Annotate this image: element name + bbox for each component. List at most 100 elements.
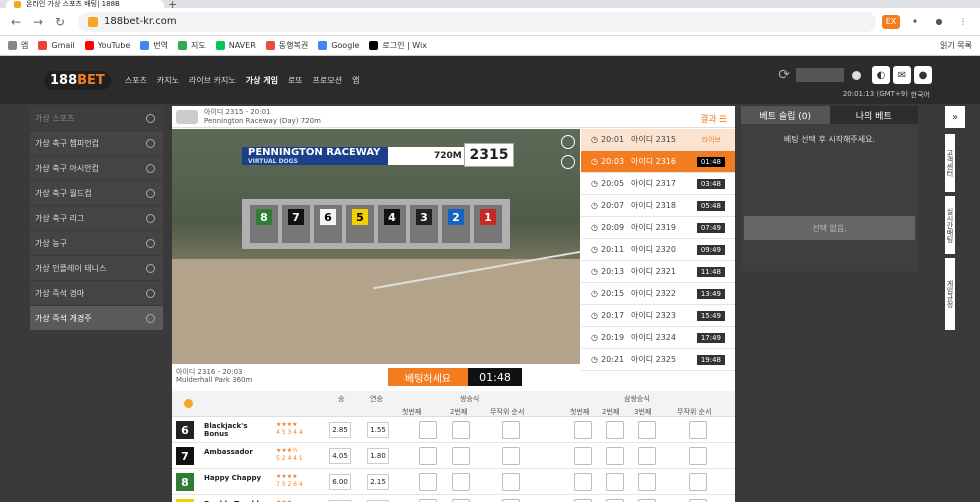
table-row: 6 Blackjack's Bonus ★★★★ 4 5 3 4 4 2.85 1.55 [172, 417, 735, 443]
selection-checkbox[interactable] [606, 421, 624, 439]
sidebar-item[interactable]: 가상 축구 리그 [30, 206, 163, 231]
selection-checkbox[interactable] [452, 473, 470, 491]
race-row[interactable]: ◷ 20:21 아이디 2325 19:48 [581, 349, 735, 371]
tab-my-bets[interactable]: 나의 베트 [829, 106, 918, 124]
selection-checkbox[interactable] [574, 473, 592, 491]
selection-checkbox[interactable] [689, 421, 707, 439]
bookmark-item[interactable]: 로그인 | Wix [369, 40, 427, 51]
win-odds[interactable]: 6.00 [329, 474, 351, 490]
results-button[interactable]: 결과 ☰ [700, 112, 727, 125]
selection-checkbox[interactable] [419, 473, 437, 491]
selection-checkbox[interactable] [689, 473, 707, 491]
win-odds[interactable]: 4.05 [329, 448, 351, 464]
tab-bet-slip[interactable]: 베트 슬립 (0) [741, 106, 830, 124]
reload-icon[interactable]: ↻ [52, 15, 68, 29]
race-row[interactable]: ◷ 20:09 아이디 2319 07:49 [581, 217, 735, 239]
sidebar-item[interactable]: 가상 인플레이 테니스 [30, 256, 163, 281]
selection-checkbox[interactable] [419, 447, 437, 465]
selection-checkbox[interactable] [638, 473, 656, 491]
mail-icon[interactable]: ✉ [893, 66, 911, 84]
reading-list[interactable]: 읽기 목록 [940, 40, 972, 51]
race-row[interactable]: ◷ 20:01 아이디 2315 라이브 [581, 129, 735, 151]
sidebar-item[interactable]: 가상 즉석 경마 [30, 281, 163, 306]
place-odds[interactable]: 2.15 [367, 474, 389, 490]
race-row[interactable]: ◷ 20:07 아이디 2318 05:48 [581, 195, 735, 217]
volume-icon[interactable] [561, 155, 575, 169]
selection-checkbox[interactable] [502, 421, 520, 439]
selection-checkbox[interactable] [638, 421, 656, 439]
rail-tab[interactable]: 게임규정 [945, 258, 955, 330]
nav-item[interactable]: 프로모션 [313, 76, 342, 85]
no-selection-button[interactable]: 선택 없음. [744, 216, 915, 240]
race-video[interactable]: PENNINGTON RACEWAY VIRTUAL DOGS 720M 2315… [172, 129, 580, 364]
nav-item[interactable]: 가상 게임 [246, 76, 278, 85]
info-icon[interactable] [184, 399, 193, 408]
selection-checkbox[interactable] [574, 447, 592, 465]
selection-checkbox[interactable] [419, 421, 437, 439]
race-row[interactable]: ◷ 20:03 아이디 2316 01:48 [581, 151, 735, 173]
sidebar: 가상 스포츠 가상 축구 챔피언컵 가상 축구 아시안컵 가상 축구 월드컵 가상 축구… [30, 106, 163, 331]
extension-icon[interactable]: EX [882, 14, 900, 29]
selection-checkbox[interactable] [606, 473, 624, 491]
nav-item[interactable]: 라이브 카지노 [189, 76, 236, 85]
selection-checkbox[interactable] [502, 473, 520, 491]
sidebar-item[interactable]: 가상 스포츠 [30, 106, 163, 131]
win-odds[interactable]: 2.85 [329, 422, 351, 438]
menu-icon[interactable]: ⋮ [954, 15, 972, 29]
account-icon[interactable]: ● [914, 66, 932, 84]
rail-tab[interactable]: 고객센터 [945, 134, 955, 192]
selection-checkbox[interactable] [638, 447, 656, 465]
refresh-icon[interactable]: ⟳ [778, 67, 790, 83]
bookmark-item[interactable]: NAVER [215, 41, 256, 50]
bookmark-item[interactable]: Gmail [38, 41, 75, 50]
place-odds[interactable]: 1.80 [367, 448, 389, 464]
wallet-icon[interactable]: ◐ [872, 66, 890, 84]
language-select[interactable]: 한국어 [911, 90, 930, 100]
sidebar-item[interactable]: 가상 축구 아시안컵 [30, 156, 163, 181]
rail-tab[interactable]: 실시간배팅 [945, 196, 955, 254]
sidebar-item[interactable]: 가상 축구 챔피언컵 [30, 131, 163, 156]
nav-item[interactable]: 스포츠 [125, 76, 147, 85]
sidebar-item[interactable]: 가상 축구 월드컵 [30, 181, 163, 206]
profile-icon[interactable]: ● [930, 15, 948, 29]
trap-number: 3 [416, 209, 432, 225]
back-icon[interactable]: ← [8, 15, 24, 29]
selection-checkbox[interactable] [452, 421, 470, 439]
nav-item[interactable]: 카지노 [157, 76, 179, 85]
race-row[interactable]: ◷ 20:13 아이디 2321 11:48 [581, 261, 735, 283]
bookmark-item[interactable]: YouTube [84, 41, 130, 50]
selection-checkbox[interactable] [502, 447, 520, 465]
bookmark-item[interactable]: Google [318, 41, 359, 50]
selection-checkbox[interactable] [606, 447, 624, 465]
browser-tab[interactable]: 온라인 가상 스포츠 배팅| 188B [6, 0, 164, 8]
nav-item[interactable]: 로또 [288, 76, 303, 85]
clock: 20:01:13 (GMT+9) [842, 90, 908, 98]
bookmark-item[interactable]: 동행복권 [265, 40, 308, 51]
puzzle-icon[interactable]: ✦ [906, 15, 924, 29]
site-header: 188BET 스포츠 카지노 라이브 카지노 가상 게임 로또 프로모션 앱 ⟳ ◐ ✉ ●… [0, 56, 980, 104]
url-field[interactable]: 188bet-kr.com [78, 11, 876, 32]
bookmark-item[interactable]: 앱 [8, 40, 28, 51]
place-bet-button[interactable]: 베팅하세요 [388, 368, 468, 386]
new-tab-icon[interactable]: + [168, 0, 177, 11]
race-row[interactable]: ◷ 20:05 아이디 2317 03:48 [581, 173, 735, 195]
selection-checkbox[interactable] [574, 421, 592, 439]
sidebar-item[interactable]: 가상 농구 [30, 231, 163, 256]
nav-item[interactable]: 앱 [352, 76, 359, 85]
play-pause-icon[interactable] [561, 135, 575, 149]
balance-toggle-icon[interactable] [852, 70, 861, 80]
sidebar-item[interactable]: 가상 즉석 개경주 [30, 306, 163, 331]
race-row[interactable]: ◷ 20:17 아이디 2323 15:49 [581, 305, 735, 327]
race-row[interactable]: ◷ 20:19 아이디 2324 17:49 [581, 327, 735, 349]
forward-icon[interactable]: → [30, 15, 46, 29]
collapse-icon[interactable]: » [945, 106, 965, 128]
selection-checkbox[interactable] [689, 447, 707, 465]
place-odds[interactable]: 1.55 [367, 422, 389, 438]
selection-checkbox[interactable] [452, 447, 470, 465]
logo[interactable]: 188BET [44, 70, 111, 90]
race-row[interactable]: ◷ 20:15 아이디 2322 13:49 [581, 283, 735, 305]
bookmark-item[interactable]: 번역 [140, 40, 168, 51]
dog-name: Ambassador [204, 448, 253, 456]
bookmark-item[interactable]: 지도 [177, 40, 206, 51]
race-row[interactable]: ◷ 20:11 아이디 2320 09:49 [581, 239, 735, 261]
